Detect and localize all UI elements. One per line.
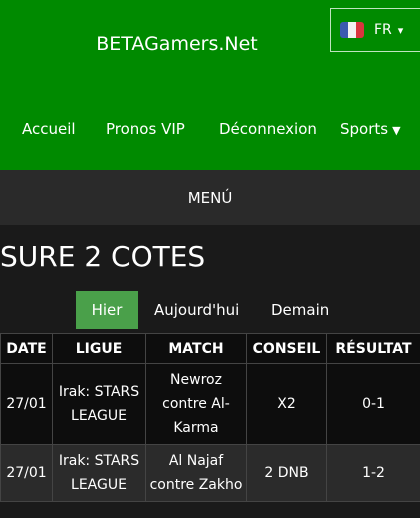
cell-tip: 2 DNB xyxy=(246,444,327,502)
menu-toggle[interactable]: MENÚ xyxy=(0,170,420,225)
cell-league: Irak: STARS LEAGUE xyxy=(52,363,146,445)
site-title[interactable]: BETAGamers.Net xyxy=(0,33,354,55)
cell-league: Irak: STARS LEAGUE xyxy=(52,444,146,502)
menu-label: MENÚ xyxy=(187,188,233,207)
nav-accueil[interactable]: Accueil xyxy=(22,120,76,138)
col-header-date: DATE xyxy=(0,333,53,364)
caret-down-icon: ▼ xyxy=(392,124,401,137)
cell-tip: X2 xyxy=(246,363,327,445)
col-header-conseil: CONSEIL xyxy=(246,333,327,364)
nav-deconnexion[interactable]: Déconnexion xyxy=(219,120,317,138)
table-row: 27/01 Irak: STARS LEAGUE Newroz contre A… xyxy=(0,363,420,445)
language-selector[interactable]: FR ▾ xyxy=(330,8,420,52)
main-nav: Accueil Pronos VIP Déconnexion Sports ▼ xyxy=(0,120,420,142)
day-tabs: Hier Aujourd'hui Demain xyxy=(0,291,420,329)
site-header: BETAGamers.Net FR ▾ Accueil Pronos VIP D… xyxy=(0,0,420,170)
cell-match: Newroz contre Al-Karma xyxy=(145,363,247,445)
page-title: SURE 2 COTES xyxy=(0,240,206,273)
cell-match: Al Najaf contre Zakho xyxy=(145,444,247,502)
cell-result: 0-1 xyxy=(326,363,420,445)
nav-sports[interactable]: Sports ▼ xyxy=(340,120,401,138)
cell-result: 1-2 xyxy=(326,444,420,502)
col-header-resultat: RÉSULTAT xyxy=(326,333,420,364)
col-header-match: MATCH xyxy=(145,333,247,364)
tab-aujourdhui[interactable]: Aujourd'hui xyxy=(154,291,239,329)
cell-date: 27/01 xyxy=(0,363,53,445)
chevron-down-icon: ▾ xyxy=(397,23,404,37)
table-header-row: DATE LIGUE MATCH CONSEIL RÉSULTAT xyxy=(0,333,420,364)
nav-pronos-vip[interactable]: Pronos VIP xyxy=(106,120,185,138)
col-header-ligue: LIGUE xyxy=(52,333,146,364)
fr-flag-icon xyxy=(340,22,364,38)
language-code: FR xyxy=(374,22,392,38)
tab-hier[interactable]: Hier xyxy=(76,291,138,329)
predictions-table: DATE LIGUE MATCH CONSEIL RÉSULTAT 27/01 … xyxy=(0,333,420,502)
nav-sports-label: Sports xyxy=(340,120,389,138)
cell-date: 27/01 xyxy=(0,444,53,502)
table-row: 27/01 Irak: STARS LEAGUE Al Najaf contre… xyxy=(0,444,420,502)
tab-demain[interactable]: Demain xyxy=(271,291,329,329)
